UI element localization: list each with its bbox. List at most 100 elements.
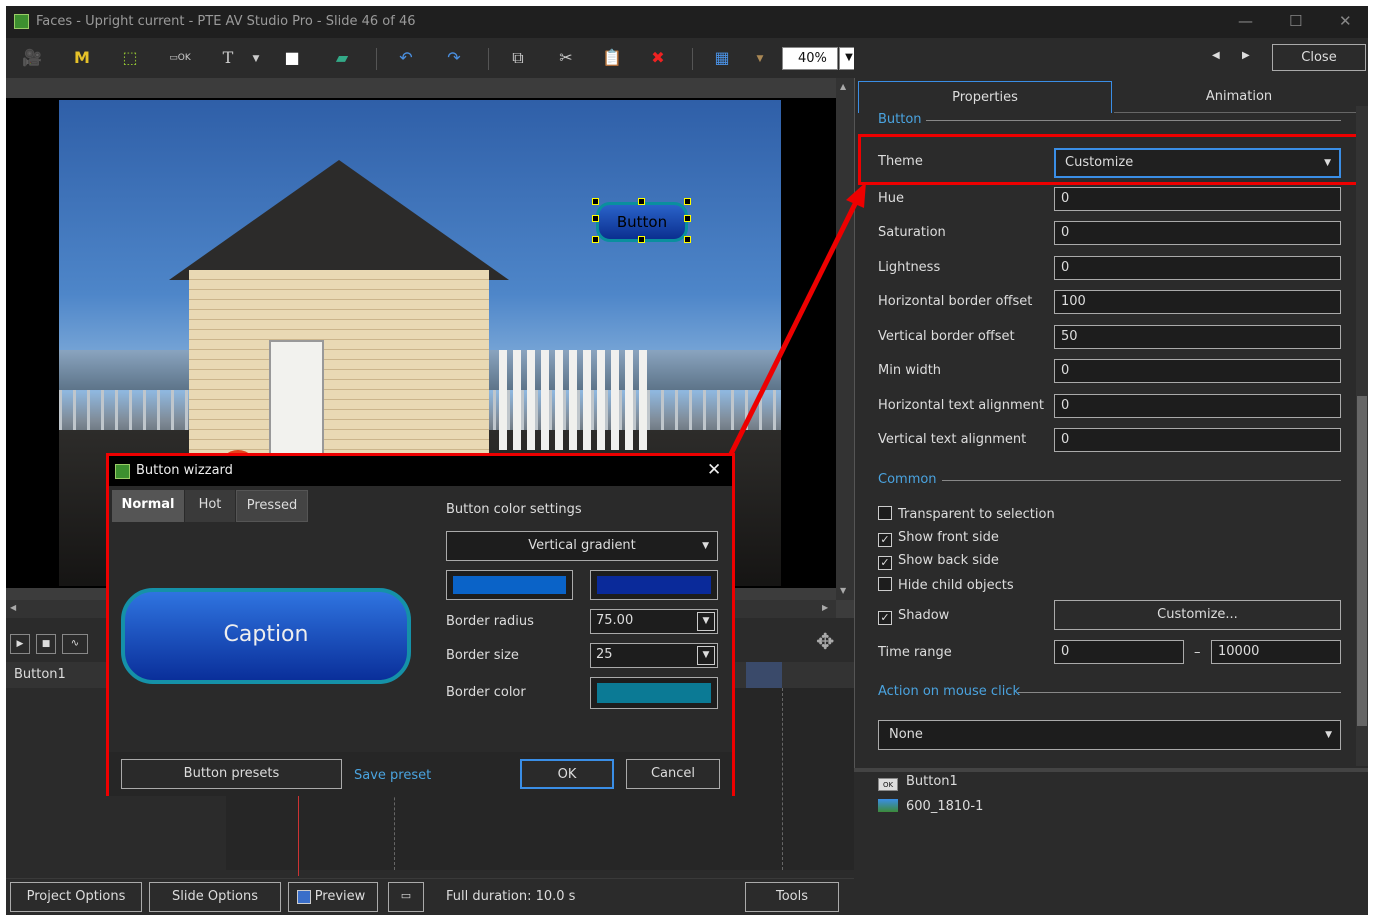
camera-icon[interactable]: 🎥 <box>20 48 44 67</box>
minimize-icon[interactable]: — <box>1238 12 1253 30</box>
scroll-left-icon[interactable]: ◀ <box>10 603 16 612</box>
hue-input[interactable]: 0 <box>1054 187 1341 211</box>
scroll-right-icon[interactable]: ▶ <box>822 603 828 612</box>
resize-handle[interactable] <box>592 198 599 205</box>
resize-handle[interactable] <box>684 215 691 222</box>
toolbar-separator <box>692 48 693 70</box>
color2-picker[interactable] <box>590 570 718 600</box>
cut-icon[interactable]: ✂ <box>554 48 578 67</box>
timeline-object-label: Button1 <box>14 667 66 682</box>
scroll-up-icon[interactable]: ▲ <box>840 82 846 91</box>
lightness-input[interactable]: 0 <box>1054 256 1341 280</box>
ok-button-icon[interactable]: ▭OK <box>168 53 192 63</box>
save-preset-link[interactable]: Save preset <box>354 768 431 783</box>
field-label: Min width <box>878 363 942 378</box>
tab-hot[interactable]: Hot <box>185 490 235 522</box>
preview-button[interactable]: Preview <box>288 882 378 912</box>
move-icon[interactable]: ✥ <box>816 630 834 655</box>
close-window-icon[interactable]: ✕ <box>1339 12 1352 30</box>
resize-handle[interactable] <box>684 236 691 243</box>
checked-checkbox-icon[interactable]: ✓ <box>878 533 892 547</box>
action-select[interactable]: None ▼ <box>878 720 1341 750</box>
shadow-customize-button[interactable]: Customize... <box>1054 600 1341 630</box>
undo-icon[interactable]: ↶ <box>394 48 418 67</box>
gradient-select[interactable]: Vertical gradient ▼ <box>446 531 718 561</box>
button-presets-button[interactable]: Button presets <box>121 759 342 789</box>
timeline-cursor[interactable] <box>298 796 299 876</box>
resize-handle[interactable] <box>592 215 599 222</box>
unchecked-checkbox-icon[interactable] <box>878 577 892 591</box>
timeline-block[interactable] <box>746 662 782 688</box>
project-options-button[interactable]: Project Options <box>10 882 142 912</box>
resize-handle[interactable] <box>638 236 645 243</box>
checked-checkbox-icon[interactable]: ✓ <box>878 611 892 625</box>
time-range-from-input[interactable]: 0 <box>1054 640 1184 664</box>
checkbox-label: Show back side <box>898 553 999 568</box>
paste-icon[interactable]: 📋 <box>600 48 624 67</box>
time-range-to-input[interactable]: 10000 <box>1211 640 1341 664</box>
list-item[interactable]: OK Button1 <box>878 774 958 791</box>
screen-icon[interactable]: ▭ <box>388 882 424 912</box>
preview-label: Preview <box>314 889 366 904</box>
show-back-side-checkbox-row[interactable]: ✓ Show back side <box>878 553 999 570</box>
shadow-checkbox-row[interactable]: ✓ Shadow <box>878 608 949 625</box>
grid-dropdown-icon[interactable]: ▼ <box>748 54 772 64</box>
show-front-side-checkbox-row[interactable]: ✓ Show front side <box>878 530 999 547</box>
color1-picker[interactable] <box>446 570 573 600</box>
border-size-input[interactable]: 25 ▼ <box>590 643 718 668</box>
panel-scrollbar-thumb[interactable] <box>1357 396 1367 726</box>
border-color-swatch <box>597 683 711 703</box>
resize-handle[interactable] <box>638 198 645 205</box>
scroll-down-icon[interactable]: ▼ <box>840 586 846 595</box>
close-button[interactable]: Close <box>1272 44 1366 71</box>
zoom-input[interactable]: 40% <box>782 47 838 70</box>
tab-pressed[interactable]: Pressed <box>236 490 308 522</box>
prev-slide-icon[interactable]: ◀ <box>1212 50 1220 61</box>
horizontal-border-offset-input[interactable]: 100 <box>1054 290 1341 314</box>
horizontal-text-alignment-input[interactable]: 0 <box>1054 394 1341 418</box>
resize-handle[interactable] <box>684 198 691 205</box>
frame-icon[interactable]: ⬚ <box>118 48 142 67</box>
hide-child-objects-checkbox-row[interactable]: Hide child objects <box>878 577 1014 593</box>
m-icon[interactable]: M <box>70 48 94 67</box>
border-radius-input[interactable]: 75.00 ▼ <box>590 609 718 634</box>
maximize-icon[interactable]: ☐ <box>1289 12 1302 30</box>
list-item[interactable]: 600_1810-1 <box>878 799 983 814</box>
next-slide-icon[interactable]: ▶ <box>1242 50 1250 61</box>
text-dropdown-icon[interactable]: ▼ <box>244 54 268 64</box>
vertical-border-offset-input[interactable]: 50 <box>1054 325 1341 349</box>
vertical-text-alignment-input[interactable]: 0 <box>1054 428 1341 452</box>
color2-swatch <box>597 576 711 594</box>
chevron-down-icon[interactable]: ▼ <box>697 646 715 665</box>
tab-normal[interactable]: Normal <box>112 490 184 522</box>
tab-properties[interactable]: Properties <box>858 81 1112 113</box>
resize-handle[interactable] <box>592 236 599 243</box>
color1-swatch <box>453 576 566 594</box>
min-width-input[interactable]: 0 <box>1054 359 1341 383</box>
ok-button[interactable]: OK <box>520 759 614 789</box>
close-icon[interactable]: ✕ <box>707 460 721 480</box>
saturation-input[interactable]: 0 <box>1054 221 1341 245</box>
cancel-button[interactable]: Cancel <box>626 759 720 789</box>
canvas-vertical-scrollbar[interactable]: ▲ ▼ <box>836 78 854 600</box>
waveform-icon[interactable]: ∿ <box>62 634 88 654</box>
rectangle-icon[interactable]: ■ <box>280 48 304 67</box>
transparent-checkbox-row[interactable]: Transparent to selection <box>878 506 1055 522</box>
chevron-down-icon[interactable]: ▼ <box>697 612 715 631</box>
dialog-title-bar: Button wizzard ✕ <box>109 456 732 486</box>
play-icon[interactable]: ▶ <box>10 634 30 654</box>
stop-icon[interactable]: ■ <box>36 634 56 654</box>
text-icon[interactable]: T <box>216 48 240 67</box>
image-icon[interactable]: ▰ <box>330 48 354 67</box>
chevron-down-icon: ▼ <box>702 541 709 551</box>
tab-animation[interactable]: Animation <box>1114 81 1364 113</box>
border-color-picker[interactable] <box>590 677 718 709</box>
copy-icon[interactable]: ⧉ <box>506 48 530 68</box>
tools-button[interactable]: Tools <box>745 882 839 912</box>
checked-checkbox-icon[interactable]: ✓ <box>878 556 892 570</box>
slide-options-button[interactable]: Slide Options <box>149 882 281 912</box>
grid-icon[interactable]: ▦ <box>710 48 734 67</box>
delete-icon[interactable]: ✖ <box>646 48 670 67</box>
redo-icon[interactable]: ↷ <box>442 48 466 67</box>
unchecked-checkbox-icon[interactable] <box>878 506 892 520</box>
